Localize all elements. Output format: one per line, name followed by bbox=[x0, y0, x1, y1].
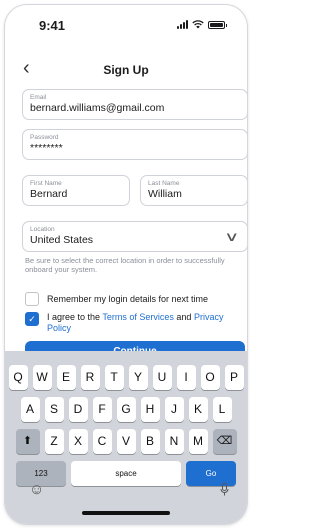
key[interactable]: A bbox=[20, 397, 40, 422]
key[interactable]: Q bbox=[8, 365, 28, 390]
key[interactable]: Y bbox=[128, 365, 148, 390]
status-bar: 9:41 bbox=[5, 5, 247, 45]
agree-prefix: I agree to the bbox=[47, 312, 103, 322]
header: ‹ Sign Up bbox=[5, 57, 247, 81]
keyboard-row-1: Q W E R T Y U I O P bbox=[5, 365, 247, 390]
key[interactable]: P bbox=[224, 365, 244, 390]
agree-row: ✓ I agree to the Terms of Services and P… bbox=[25, 312, 232, 334]
keyboard-accessory-bar: ☺ bbox=[5, 481, 247, 511]
email-value: bernard.williams@gmail.com bbox=[30, 102, 165, 114]
agree-label: I agree to the Terms of Services and Pri… bbox=[47, 312, 232, 334]
last-name-label: Last Name bbox=[148, 180, 180, 187]
first-name-label: First Name bbox=[30, 180, 62, 187]
email-label: Email bbox=[30, 94, 47, 101]
key[interactable]: O bbox=[200, 365, 220, 390]
key[interactable]: V bbox=[116, 429, 136, 454]
location-select[interactable]: Location United States ∨ bbox=[22, 221, 247, 252]
location-value: United States bbox=[30, 234, 94, 246]
remember-checkbox[interactable] bbox=[25, 292, 39, 306]
home-indicator bbox=[82, 511, 170, 515]
password-value: ******** bbox=[30, 142, 63, 154]
terms-link[interactable]: Terms of Services bbox=[102, 312, 174, 322]
password-label: Password bbox=[30, 134, 59, 141]
key[interactable]: B bbox=[140, 429, 160, 454]
battery-icon bbox=[208, 20, 227, 29]
key[interactable]: G bbox=[116, 397, 136, 422]
page-title: Sign Up bbox=[103, 63, 149, 77]
keyboard-row-3: ⬆ Z X C V B N M ⌫ bbox=[5, 429, 247, 454]
key[interactable]: F bbox=[92, 397, 112, 422]
microphone-icon[interactable] bbox=[220, 483, 229, 496]
agree-joiner: and bbox=[173, 312, 194, 322]
status-icons bbox=[177, 20, 227, 29]
key[interactable]: E bbox=[56, 365, 76, 390]
agree-checkbox[interactable]: ✓ bbox=[25, 312, 39, 326]
key[interactable]: J bbox=[164, 397, 184, 422]
key[interactable]: H bbox=[140, 397, 160, 422]
remember-row: Remember my login details for next time bbox=[25, 292, 208, 306]
key[interactable]: L bbox=[212, 397, 232, 422]
key[interactable]: Z bbox=[44, 429, 64, 454]
key[interactable]: R bbox=[80, 365, 100, 390]
key[interactable]: T bbox=[104, 365, 124, 390]
keyboard-row-2: A S D F G H J K L bbox=[5, 397, 247, 422]
first-name-value: Bernard bbox=[30, 188, 68, 200]
last-name-value: William bbox=[148, 188, 182, 200]
key[interactable]: U bbox=[152, 365, 172, 390]
email-field[interactable]: Email bernard.williams@gmail.com bbox=[22, 89, 247, 120]
first-name-field[interactable]: First Name Bernard bbox=[22, 175, 130, 206]
shift-key-icon[interactable]: ⬆ bbox=[15, 429, 40, 454]
key[interactable]: M bbox=[188, 429, 208, 454]
phone-screen: 9:41 ‹ Sign Up Email bernard.williams@gm… bbox=[5, 5, 247, 524]
emoji-icon[interactable]: ☺ bbox=[29, 481, 44, 498]
key[interactable]: I bbox=[176, 365, 196, 390]
key[interactable]: D bbox=[68, 397, 88, 422]
remember-label: Remember my login details for next time bbox=[47, 294, 209, 304]
location-hint: Be sure to select the correct location i… bbox=[25, 256, 225, 274]
last-name-field[interactable]: Last Name William bbox=[140, 175, 247, 206]
key[interactable]: N bbox=[164, 429, 184, 454]
password-field[interactable]: Password ******** bbox=[22, 129, 247, 160]
key[interactable]: K bbox=[188, 397, 208, 422]
key[interactable]: S bbox=[44, 397, 64, 422]
key[interactable]: X bbox=[68, 429, 88, 454]
wifi-icon bbox=[192, 20, 204, 29]
chevron-down-icon: ∨ bbox=[224, 229, 240, 244]
key[interactable]: W bbox=[32, 365, 52, 390]
signal-icon bbox=[177, 20, 188, 29]
key[interactable]: C bbox=[92, 429, 112, 454]
status-time: 9:41 bbox=[39, 18, 66, 33]
location-label: Location bbox=[30, 226, 55, 233]
backspace-key-icon[interactable]: ⌫ bbox=[212, 429, 237, 454]
